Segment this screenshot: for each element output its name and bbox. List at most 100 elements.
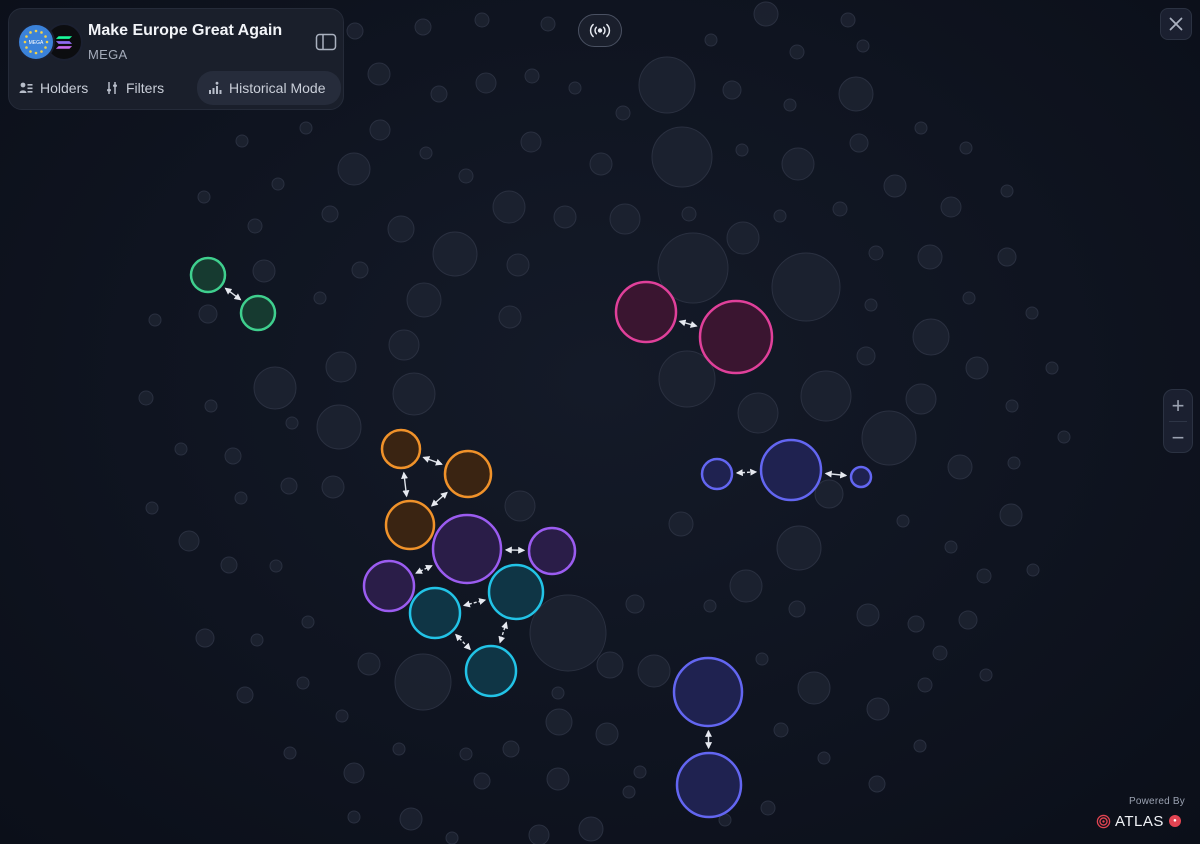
inactive-holder-bubble[interactable] [474,12,490,28]
inactive-holder-bubble[interactable] [595,722,619,746]
filters-button[interactable]: Filters [105,71,164,105]
inactive-holder-bubble[interactable] [504,490,536,522]
cluster-holder-bubbles[interactable] [189,256,873,819]
inactive-holder-bubble[interactable] [351,261,369,279]
inactive-holder-bubble[interactable] [174,442,188,456]
inactive-holder-bubble[interactable] [1045,361,1059,375]
inactive-holder-bubble[interactable] [473,772,491,790]
inactive-holder-bubble[interactable] [681,206,697,222]
inactive-holder-bubble[interactable] [148,313,162,327]
inactive-holder-bubble[interactable] [269,559,283,573]
green-cluster-holder-bubble[interactable] [189,256,227,294]
inactive-holder-bubble[interactable] [832,201,848,217]
inactive-holder-bubble[interactable] [932,645,948,661]
inactive-holder-bubble[interactable] [958,610,978,630]
inactive-holder-bubble[interactable] [917,244,943,270]
inactive-holder-bubble[interactable] [430,85,448,103]
inactive-holder-bubble[interactable] [817,751,831,765]
indigo-cluster-holder-bubble[interactable] [700,457,734,491]
inactive-holder-bubble[interactable] [224,447,242,465]
inactive-holder-bubble[interactable] [301,615,315,629]
purple-cluster-holder-bubble[interactable] [527,526,577,576]
cyan-cluster-holder-bubble[interactable] [408,586,462,640]
inactive-holder-bubble[interactable] [959,141,973,155]
inactive-holder-bubble[interactable] [883,174,907,198]
purple-cluster-holder-bubble[interactable] [431,513,503,585]
inactive-holder-bubble[interactable] [367,62,391,86]
inactive-holder-bubble[interactable] [419,146,433,160]
inactive-holder-bubble[interactable] [321,475,345,499]
inactive-holder-bubble[interactable] [965,356,989,380]
inactive-holder-bubble[interactable] [633,765,647,779]
inactive-holder-bubble[interactable] [234,491,248,505]
indigo-cluster-holder-bubble[interactable] [672,656,744,728]
inactive-holder-bubble[interactable] [615,105,631,121]
inactive-holder-bubble[interactable] [528,824,550,844]
inactive-holder-bubble[interactable] [551,686,565,700]
inactive-holder-bubble[interactable] [524,68,540,84]
inactive-holder-bubble[interactable] [540,16,556,32]
inactive-holder-bubble[interactable] [399,807,423,831]
inactive-holder-bubble[interactable] [280,477,298,495]
inactive-holder-bubble[interactable] [905,383,937,415]
inactive-holder-bubble[interactable] [1057,430,1071,444]
inactive-holder-bubble[interactable] [553,205,577,229]
inactive-holder-bubble[interactable] [545,708,573,736]
inactive-holder-bubble[interactable] [861,410,917,466]
inactive-holder-bubble[interactable] [735,143,749,157]
atlas-brand-link[interactable]: ATLAS ● [1096,810,1181,832]
inactive-holder-bubble[interactable] [343,762,365,784]
inactive-holder-bubble[interactable] [445,831,459,844]
inactive-holder-bubble[interactable] [406,282,442,318]
inactive-holder-bubble[interactable] [773,209,787,223]
inactive-holder-bubble[interactable] [849,133,869,153]
inactive-holder-bubble[interactable] [316,404,362,450]
inactive-holder-bubble[interactable] [299,121,313,135]
inactive-holder-bubble[interactable] [458,168,474,184]
inactive-holder-bubble[interactable] [337,152,371,186]
inactive-holder-bubble[interactable] [394,653,452,711]
inactive-holder-bubble[interactable] [704,33,718,47]
inactive-holder-bubble[interactable] [502,740,520,758]
inactive-holder-bubble[interactable] [789,44,805,60]
inactive-holder-bubble[interactable] [729,569,763,603]
orange-cluster-holder-bubble[interactable] [380,428,422,470]
inactive-holder-bubble[interactable] [459,747,473,761]
inactive-holder-bubble[interactable] [325,351,357,383]
inactive-holder-bubble[interactable] [625,594,645,614]
inactive-holder-bubble[interactable] [520,131,542,153]
inactive-holder-bubble[interactable] [387,215,415,243]
inactive-holder-bubble[interactable] [997,247,1017,267]
inactive-holder-bubble[interactable] [138,390,154,406]
inactive-holder-bubble[interactable] [475,72,497,94]
inactive-holder-bubble[interactable] [999,503,1023,527]
inactive-holder-bubble[interactable] [864,298,878,312]
inactive-holder-bubble[interactable] [220,556,238,574]
inactive-holder-bubble[interactable] [838,76,874,112]
inactive-holder-bubble[interactable] [776,525,822,571]
inactive-holder-bubble[interactable] [178,530,200,552]
inactive-holder-bubble[interactable] [907,615,925,633]
inactive-holder-bubble[interactable] [253,366,297,410]
inactive-holder-bubble[interactable] [914,121,928,135]
indigo-cluster-holder-bubble[interactable] [759,438,823,502]
inactive-holder-bubble[interactable] [856,346,876,366]
inactive-holder-bubble[interactable] [753,1,779,27]
inactive-holder-bubble[interactable] [529,594,607,672]
historical-mode-button[interactable]: Historical Mode [197,71,341,105]
inactive-holder-bubble[interactable] [506,253,530,277]
inactive-holder-bubble[interactable] [755,652,769,666]
inactive-holder-bubble[interactable] [247,218,263,234]
inactive-holder-bubble[interactable] [637,654,671,688]
inactive-holder-bubble[interactable] [578,816,604,842]
inactive-holder-bubble[interactable] [651,126,713,188]
magenta-cluster-holder-bubble[interactable] [698,299,774,375]
inactive-holder-bubble[interactable] [726,221,760,255]
inactive-holder-bubble[interactable] [204,399,218,413]
magenta-cluster-holder-bubble[interactable] [614,280,678,344]
inactive-holder-bubble[interactable] [296,676,310,690]
inactive-holder-bubble[interactable] [198,304,218,324]
inactive-holder-bubble[interactable] [800,370,852,422]
inactive-holder-bubble[interactable] [250,633,264,647]
inactive-holder-bubble[interactable] [589,152,613,176]
